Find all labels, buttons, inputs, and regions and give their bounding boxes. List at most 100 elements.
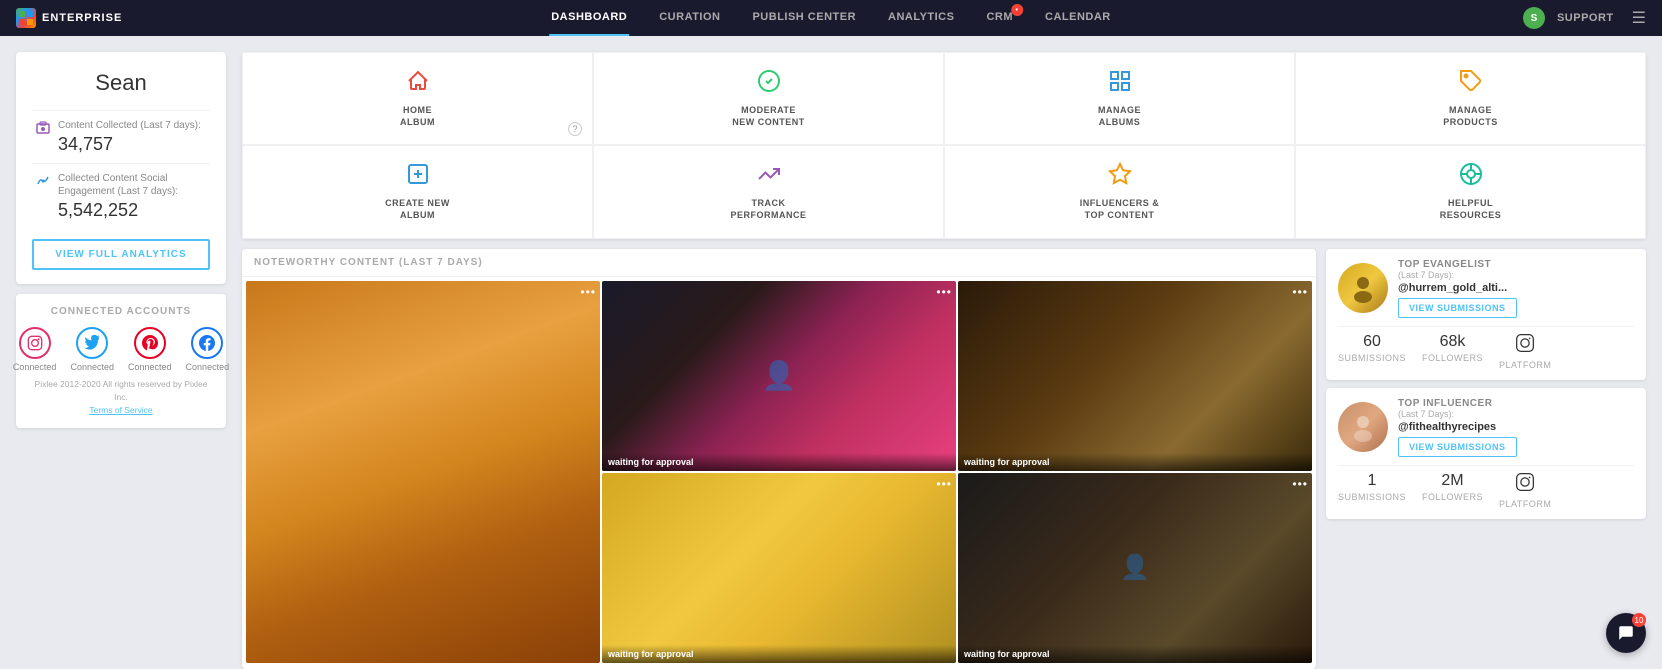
content-collected-label: Content Collected (Last 7 days): bbox=[58, 119, 201, 132]
nav-publish-center[interactable]: PUBLISH CENTER bbox=[750, 0, 858, 36]
terms-link[interactable]: Terms of Service bbox=[89, 405, 152, 415]
food-image-5: 👤 bbox=[958, 473, 1312, 663]
engagement-icon bbox=[36, 174, 50, 191]
nav-dashboard[interactable]: DASHBOARD bbox=[549, 0, 629, 36]
evangelist-avatar-img bbox=[1338, 263, 1388, 313]
moderate-content-icon bbox=[757, 69, 781, 99]
influencer-info: Top Influencer (Last 7 Days): @fithealth… bbox=[1398, 398, 1634, 457]
chat-bubble[interactable]: 10 bbox=[1606, 613, 1646, 653]
pinterest-status: Connected bbox=[128, 362, 172, 372]
nav-curation[interactable]: CURATION bbox=[657, 0, 722, 36]
influencer-header: Top Influencer (Last 7 Days): @fithealth… bbox=[1338, 398, 1634, 457]
quick-actions-grid: HOMEALBUM ? MODERATENEW CONTENT bbox=[242, 52, 1646, 239]
chat-badge: 10 bbox=[1632, 613, 1646, 627]
influencers-icon bbox=[1108, 162, 1132, 192]
action-create-album[interactable]: CREATE NEWALBUM bbox=[242, 145, 593, 238]
nav-center: DASHBOARD CURATION PUBLISH CENTER ANALYT… bbox=[549, 0, 1113, 36]
more-options-icon-3[interactable]: ••• bbox=[1292, 285, 1308, 299]
influencer-followers-label: FOLLOWERS bbox=[1422, 492, 1483, 502]
twitter-account[interactable]: Connected bbox=[70, 327, 114, 372]
food-image-3 bbox=[958, 281, 1312, 471]
evangelist-platform-icon bbox=[1515, 333, 1535, 358]
nav-crm[interactable]: CRM • bbox=[984, 0, 1015, 36]
action-influencers[interactable]: INFLUENCERS &TOP CONTENT bbox=[944, 145, 1295, 238]
evangelist-submissions-value: 60 bbox=[1363, 333, 1381, 351]
evangelist-info: Top Evangelist (Last 7 Days): @hurrem_go… bbox=[1398, 259, 1634, 318]
right-panel: HOMEALBUM ? MODERATENEW CONTENT bbox=[242, 52, 1646, 669]
noteworthy-status-4: waiting for approval bbox=[602, 645, 956, 663]
influencer-followers-stat: 2M FOLLOWERS bbox=[1422, 472, 1483, 509]
food-image-1 bbox=[246, 281, 600, 663]
more-options-icon-1[interactable]: ••• bbox=[580, 285, 596, 299]
user-name: Sean bbox=[32, 70, 210, 96]
noteworthy-item-2[interactable]: 👤 ••• waiting for approval bbox=[602, 281, 956, 471]
evangelist-header: Top Evangelist (Last 7 Days): @hurrem_go… bbox=[1338, 259, 1634, 318]
engagement-value: 5,542,252 bbox=[58, 200, 206, 221]
app-logo[interactable]: ENTERPRISE bbox=[16, 8, 122, 28]
influencer-platform-label: PLATFORM bbox=[1499, 499, 1551, 509]
bottom-section: NOTEWORTHY CONTENT (LAST 7 DAYS) ••• 👤 bbox=[242, 249, 1646, 669]
action-manage-albums[interactable]: MANAGEALBUMS bbox=[944, 52, 1295, 145]
nav-analytics[interactable]: ANALYTICS bbox=[886, 0, 956, 36]
noteworthy-item-5[interactable]: 👤 ••• waiting for approval bbox=[958, 473, 1312, 663]
evangelist-view-submissions-button[interactable]: VIEW SUBMISSIONS bbox=[1398, 298, 1517, 318]
action-home-album[interactable]: HOMEALBUM ? bbox=[242, 52, 593, 145]
evangelist-platform-stat: PLATFORM bbox=[1499, 333, 1551, 370]
instagram-account[interactable]: Connected bbox=[13, 327, 57, 372]
more-options-icon-2[interactable]: ••• bbox=[936, 285, 952, 299]
evangelist-followers-value: 68k bbox=[1440, 333, 1466, 351]
action-moderate-content[interactable]: MODERATENEW CONTENT bbox=[593, 52, 944, 145]
more-options-icon-4[interactable]: ••• bbox=[936, 477, 952, 491]
pinterest-icon bbox=[134, 327, 166, 359]
noteworthy-grid: ••• 👤 ••• waiting for approval bbox=[242, 277, 1316, 669]
hamburger-menu[interactable]: ☰ bbox=[1632, 8, 1646, 28]
pinterest-account[interactable]: Connected bbox=[128, 327, 172, 372]
twitter-icon bbox=[76, 327, 108, 359]
noteworthy-status-5: waiting for approval bbox=[958, 645, 1312, 663]
user-avatar-icon[interactable]: S bbox=[1523, 7, 1545, 29]
person-overlay-5: 👤 bbox=[958, 473, 1312, 663]
action-helpful-resources[interactable]: HELPFULRESOURCES bbox=[1295, 145, 1646, 238]
evangelist-followers-label: FOLLOWERS bbox=[1422, 353, 1483, 363]
top-influencer-card: Top Influencer (Last 7 Days): @fithealth… bbox=[1326, 388, 1646, 519]
footer-text: Pixlee 2012-2020 All rights reserved by … bbox=[32, 378, 210, 416]
view-analytics-button[interactable]: VIEW FULL ANALYTICS bbox=[32, 239, 210, 270]
create-album-icon bbox=[406, 162, 430, 192]
evangelist-stats: 60 SUBMISSIONS 68k FOLLOWERS bbox=[1338, 326, 1634, 370]
manage-albums-icon bbox=[1108, 69, 1132, 99]
support-link[interactable]: SUPPORT bbox=[1557, 12, 1614, 24]
more-options-icon-5[interactable]: ••• bbox=[1292, 477, 1308, 491]
influencer-view-submissions-button[interactable]: VIEW SUBMISSIONS bbox=[1398, 437, 1517, 457]
action-track-performance[interactable]: TRACKPERFORMANCE bbox=[593, 145, 944, 238]
nav-calendar[interactable]: CALENDAR bbox=[1043, 0, 1113, 36]
noteworthy-item-1[interactable]: ••• bbox=[246, 281, 600, 663]
moderate-content-label: MODERATENEW CONTENT bbox=[732, 105, 805, 128]
track-performance-icon bbox=[757, 162, 781, 192]
content-collected-info: Content Collected (Last 7 days): 34,757 bbox=[58, 119, 201, 155]
evangelist-platform-label: PLATFORM bbox=[1499, 360, 1551, 370]
instagram-status: Connected bbox=[13, 362, 57, 372]
noteworthy-item-4[interactable]: ••• waiting for approval bbox=[602, 473, 956, 663]
manage-products-label: MANAGEPRODUCTS bbox=[1443, 105, 1498, 128]
user-card: Sean Content Collected (Last 7 days): 34… bbox=[16, 52, 226, 284]
facebook-account[interactable]: Connected bbox=[186, 327, 230, 372]
home-album-help-icon[interactable]: ? bbox=[568, 122, 582, 136]
instagram-icon bbox=[19, 327, 51, 359]
evangelist-submissions-label: SUBMISSIONS bbox=[1338, 353, 1406, 363]
noteworthy-content-card: NOTEWORTHY CONTENT (LAST 7 DAYS) ••• 👤 bbox=[242, 249, 1316, 669]
facebook-status: Connected bbox=[186, 362, 230, 372]
main-content: Sean Content Collected (Last 7 days): 34… bbox=[0, 36, 1662, 669]
nav-right: S SUPPORT ☰ bbox=[1523, 7, 1646, 29]
crm-badge: • bbox=[1011, 4, 1023, 16]
action-manage-products[interactable]: MANAGEPRODUCTS bbox=[1295, 52, 1646, 145]
content-collected-value: 34,757 bbox=[58, 134, 201, 155]
influencer-avatar-img bbox=[1338, 402, 1388, 452]
person-overlay-2: 👤 bbox=[602, 281, 956, 471]
evangelist-title: Top Evangelist bbox=[1398, 259, 1634, 270]
influencer-section: Top Evangelist (Last 7 Days): @hurrem_go… bbox=[1326, 249, 1646, 669]
content-collected-stat: Content Collected (Last 7 days): 34,757 bbox=[32, 110, 210, 163]
app-title: ENTERPRISE bbox=[42, 12, 122, 24]
noteworthy-item-3[interactable]: ••• waiting for approval bbox=[958, 281, 1312, 471]
manage-albums-label: MANAGEALBUMS bbox=[1098, 105, 1141, 128]
evangelist-submissions-stat: 60 SUBMISSIONS bbox=[1338, 333, 1406, 370]
